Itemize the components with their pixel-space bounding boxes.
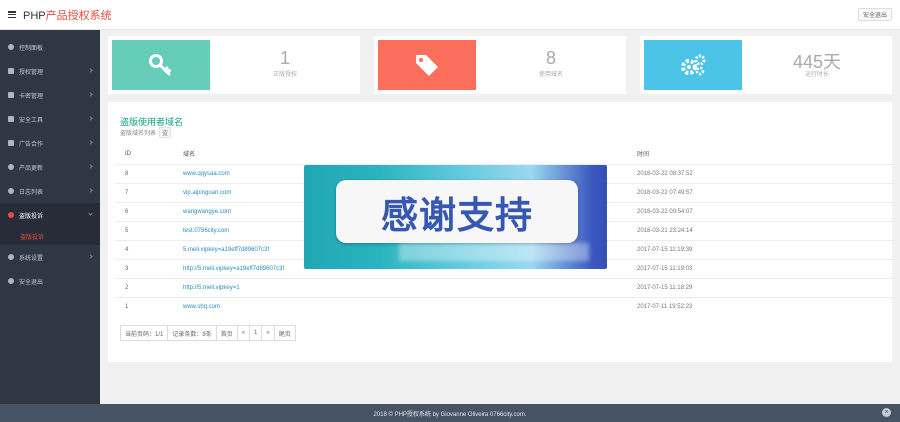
cell-domain[interactable]: http://5.meli.vipkey=1 bbox=[174, 277, 628, 297]
cell-time: 2018-03-22 08:37:52 bbox=[628, 163, 894, 183]
sidebar-item-settings[interactable]: 系统设置 bbox=[0, 245, 100, 269]
cell-time: 2018-03-22 07:49:57 bbox=[628, 182, 894, 202]
tag-icon bbox=[378, 40, 476, 90]
chevron-icon bbox=[88, 92, 93, 97]
pagination-page-info: 当前页码：1/1 bbox=[120, 325, 169, 341]
table-row: 2 http://5.meli.vipkey=1 2017-07-15 11:18:… bbox=[116, 277, 894, 297]
card-icon bbox=[8, 92, 14, 98]
sidebar-item-label: 授权管理 bbox=[19, 69, 44, 76]
stat-label: 使用域名 bbox=[538, 72, 563, 78]
sidebar-item-cards[interactable]: 卡密管理 bbox=[0, 83, 100, 107]
cell-time: 2018-03-21 23:24:14 bbox=[628, 220, 894, 240]
sidebar-item-logs[interactable]: 日志列表 bbox=[0, 179, 100, 203]
panel-subtitle-tag: 盗 bbox=[159, 127, 172, 138]
cell-time: 2017-07-11 19:52:23 bbox=[628, 296, 894, 316]
banner-plate: 感谢支持 bbox=[336, 180, 578, 243]
sidebar-item-ads[interactable]: 广告合作 bbox=[0, 131, 100, 155]
menu-toggle-icon[interactable] bbox=[8, 11, 16, 18]
sidebar-item-label: 产品更新 bbox=[19, 165, 44, 172]
stat-card-licenses: 1 正版授权 bbox=[108, 36, 360, 94]
banner-text: 感谢支持 bbox=[381, 193, 533, 237]
brand-accent: 产品授权系统 bbox=[45, 9, 112, 22]
sidebar-item-dashboard[interactable]: 控制面板 bbox=[0, 35, 100, 59]
pagination-prev-button[interactable]: « bbox=[236, 325, 251, 341]
close-icon[interactable]: × bbox=[882, 408, 891, 417]
pagination: 当前页码：1/1 记录条数：8条 首页 « 1 » 尾页 bbox=[120, 325, 296, 341]
sidebar-item-label: 控制面板 bbox=[19, 45, 44, 52]
banner-light-streak bbox=[399, 243, 589, 261]
chevron-icon bbox=[88, 116, 93, 121]
sidebar-item-label: 安全工具 bbox=[19, 117, 44, 124]
sidebar-item-security[interactable]: 安全工具 bbox=[0, 107, 100, 131]
panel-subtitle-text: 盗版域名列表 bbox=[120, 131, 157, 137]
sidebar-item-label: 卡密管理 bbox=[19, 93, 44, 100]
cell-id: 7 bbox=[116, 182, 174, 202]
dashboard-icon bbox=[8, 44, 14, 50]
chevron-icon bbox=[88, 68, 93, 73]
sidebar-subitem-piracy[interactable]: 盗版投诉 bbox=[0, 227, 100, 245]
sidebar-item-logout[interactable]: 安全退出 bbox=[0, 269, 100, 293]
cell-id: 6 bbox=[116, 201, 174, 221]
column-header-domain: 域名 bbox=[183, 152, 196, 159]
cell-time: 2017-07-15 11:19:03 bbox=[628, 258, 894, 278]
cloud-icon bbox=[8, 164, 14, 170]
stat-value: 1 bbox=[279, 48, 290, 68]
column-header-id: ID bbox=[125, 150, 131, 157]
stat-label: 正版授权 bbox=[272, 72, 297, 78]
shield-icon bbox=[8, 116, 14, 122]
key-icon bbox=[112, 40, 210, 90]
power-icon bbox=[8, 278, 14, 284]
chevron-icon bbox=[88, 164, 93, 169]
warning-icon bbox=[8, 212, 14, 218]
gear-icon bbox=[8, 254, 14, 260]
sidebar-item-label: 系统设置 bbox=[19, 255, 44, 262]
sidebar-item-piracy[interactable]: 盗版投诉 bbox=[0, 203, 100, 227]
chevron-down-icon bbox=[88, 211, 93, 216]
pagination-current-page[interactable]: 1 bbox=[249, 325, 263, 341]
logout-button[interactable]: 安全退出 bbox=[857, 8, 892, 21]
cell-id: 4 bbox=[116, 239, 174, 259]
footer-text: 2018 © PHP授权系统 by Giovanne Oliveira 0766… bbox=[373, 411, 527, 418]
stat-label: 运行时长 bbox=[804, 72, 829, 78]
cell-id: 3 bbox=[116, 258, 174, 278]
stat-card-uptime: 445天 运行时长 bbox=[640, 36, 892, 94]
panel-subtitle: 盗版域名列表盗 bbox=[120, 127, 172, 138]
app-title[interactable]: PHP产品授权系统 bbox=[23, 7, 112, 23]
stat-card-domains: 8 使用域名 bbox=[374, 36, 626, 94]
thanks-banner-image: 感谢支持 bbox=[304, 165, 607, 269]
cell-domain[interactable]: www.shq.com bbox=[174, 296, 628, 316]
chevron-icon bbox=[88, 188, 93, 193]
table-header: ID 域名 时间 bbox=[116, 144, 894, 164]
megaphone-icon bbox=[8, 140, 14, 146]
chevron-icon bbox=[88, 254, 93, 259]
key-icon bbox=[8, 68, 14, 74]
cell-id: 2 bbox=[116, 277, 174, 297]
sidebar-item-updates[interactable]: 产品更新 bbox=[0, 155, 100, 179]
sidebar-item-license[interactable]: 授权管理 bbox=[0, 59, 100, 83]
log-icon bbox=[8, 188, 14, 194]
table-row: 1 www.shq.com 2017-07-11 19:52:23 bbox=[116, 296, 894, 316]
column-header-time: 时间 bbox=[637, 152, 650, 159]
footer: 2018 © PHP授权系统 by Giovanne Oliveira 0766… bbox=[0, 404, 900, 422]
sidebar-item-label: 安全退出 bbox=[19, 279, 44, 286]
sidebar-item-label: 日志列表 bbox=[19, 189, 44, 196]
cell-time: 2017-07-15 11:18:29 bbox=[628, 277, 894, 297]
cell-id: 8 bbox=[116, 163, 174, 183]
cell-id: 5 bbox=[116, 220, 174, 240]
sidebar: 控制面板 授权管理 卡密管理 安全工具 广告合作 产品更新 日志列表 盗版投诉 … bbox=[0, 30, 100, 404]
pagination-first-button[interactable]: 首页 bbox=[215, 325, 238, 341]
sidebar-item-label: 盗版投诉 bbox=[19, 213, 44, 220]
brand-prefix: PHP bbox=[23, 9, 46, 22]
pagination-record-count: 记录条数：8条 bbox=[167, 325, 217, 341]
pagination-last-button[interactable]: 尾页 bbox=[273, 325, 296, 341]
cell-id: 1 bbox=[116, 296, 174, 316]
cell-time: 2017-07-15 11:19:39 bbox=[628, 239, 894, 259]
cell-time: 2018-03-22 00:54:07 bbox=[628, 201, 894, 221]
stat-value: 8 bbox=[545, 48, 556, 68]
pagination-next-button[interactable]: » bbox=[261, 325, 275, 341]
chevron-icon bbox=[88, 140, 93, 145]
gears-icon bbox=[644, 40, 742, 90]
top-header: PHP产品授权系统 安全退出 bbox=[0, 0, 900, 30]
sidebar-item-label: 广告合作 bbox=[19, 141, 44, 148]
